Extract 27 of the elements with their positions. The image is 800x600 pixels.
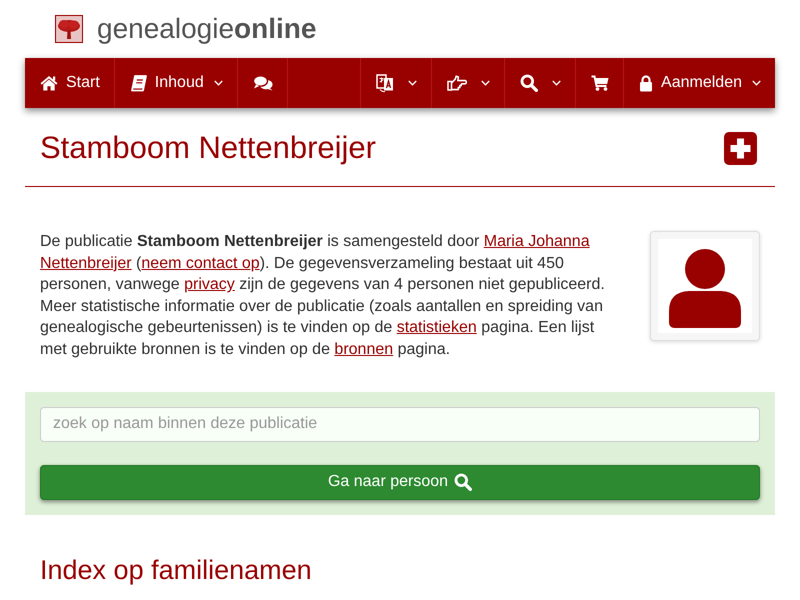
text-link[interactable]: neem contact op (141, 254, 260, 272)
translate-icon (376, 73, 394, 93)
home-icon (40, 75, 58, 91)
text-link[interactable]: statistieken (396, 319, 477, 336)
search-icon (520, 74, 538, 92)
text-link[interactable]: privacy (184, 276, 235, 294)
book-icon (130, 74, 147, 92)
pointing-hand-icon (447, 75, 468, 91)
go-to-person-button[interactable]: Ga naar persoon (40, 464, 760, 500)
intro-paragraph: De publicatie Stamboom Nettenbreijer is samengesteld door Maria Johanna Nettenbreijer (neem contact op). De gegevensverzameling bestaat uit 450 personen, vanwege privacy zijn de gegevens van 4 personen niet gepubliceerd. Meer statistische informatie over de publicatie (zoals aantallen en spreiding van genealogische gebeurtenissen) is te vinden op de statistieken pagina. Een lijst met gebruikte bronnen is te vinden op de bronnen pagina. (40, 232, 606, 360)
tree-logo-icon (55, 15, 83, 43)
cart-icon (591, 75, 610, 91)
plus-square-icon[interactable] (724, 132, 757, 164)
search-field[interactable]: zoek op naam binnen deze publicatie (40, 406, 760, 442)
nav-link[interactable]: Start (25, 58, 115, 108)
nav-link[interactable]: Inhoud (114, 58, 238, 108)
text-link[interactable]: Nettenbreijer (40, 254, 132, 272)
nav-link[interactable]: Aanmelden (623, 58, 775, 108)
text-link[interactable]: bronnen (334, 340, 394, 358)
chat-bubbles-icon (252, 75, 273, 91)
site-logo-text[interactable]: genealogieonline (97, 15, 316, 43)
lock-icon (639, 74, 654, 92)
page-title: Stamboom Nettenbreijer (40, 130, 376, 166)
text-link[interactable]: Maria Johanna (484, 233, 590, 250)
section-heading: Index op familienamen (39, 554, 313, 586)
search-icon (454, 473, 472, 492)
person-silhouette-icon (658, 239, 752, 333)
